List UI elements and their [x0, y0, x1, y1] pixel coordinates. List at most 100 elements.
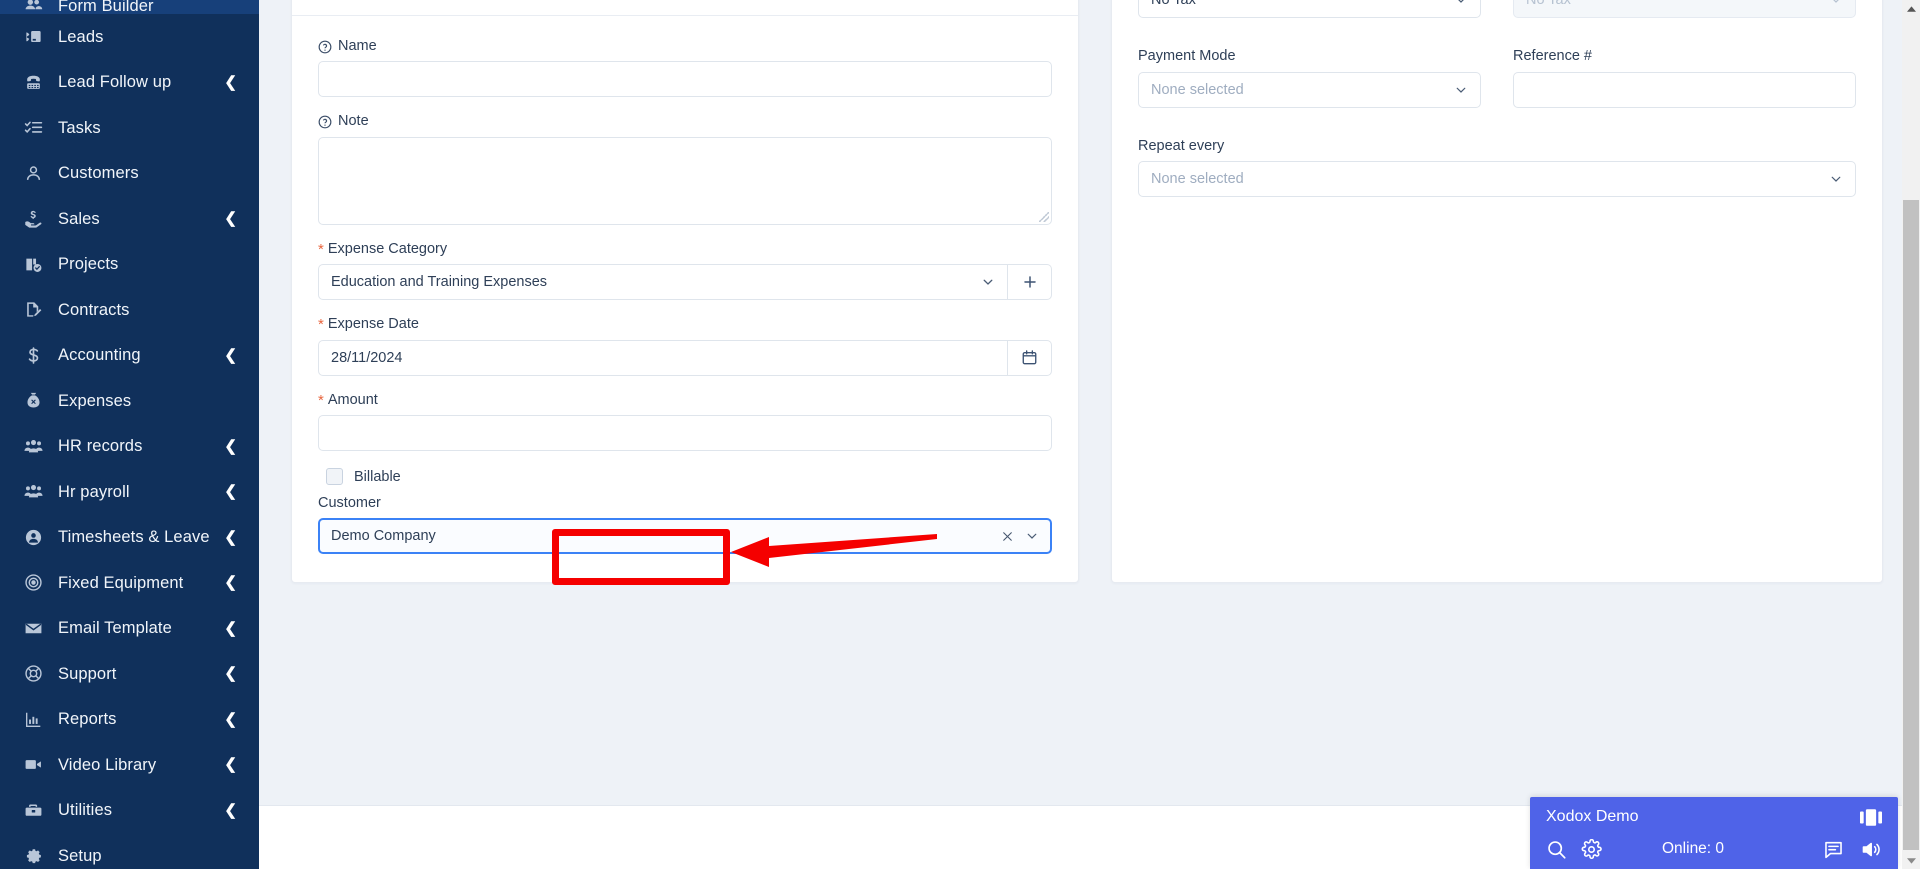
sidebar-item-projects[interactable]: Projects [0, 242, 259, 288]
amount-field: * Amount [318, 392, 1052, 451]
chevron-left-icon[interactable]: ❮ [224, 712, 237, 727]
sidebar-item-fixed-equipment[interactable]: Fixed Equipment ❮ [0, 560, 259, 606]
expense-date-input[interactable]: 28/11/2024 [318, 339, 1008, 376]
chevron-left-icon[interactable]: ❮ [224, 75, 237, 90]
chevron-left-icon[interactable]: ❮ [224, 530, 237, 545]
sidebar-item-lead-follow-up[interactable]: Lead Follow up ❮ [0, 60, 259, 106]
user-circle-icon [24, 528, 50, 547]
sidebar-item-contracts[interactable]: Contracts [0, 287, 259, 333]
expense-date-label: Expense Date [327, 316, 419, 333]
sidebar-item-email-template[interactable]: Email Template ❮ [0, 606, 259, 652]
sound-icon[interactable] [1860, 839, 1882, 860]
customer-select[interactable]: Demo Company [318, 518, 1052, 555]
sidebar-item-support[interactable]: Support ❮ [0, 651, 259, 697]
chevron-left-icon[interactable]: ❮ [224, 348, 237, 363]
chevron-down-icon [1454, 83, 1468, 97]
repeat-every-field: Repeat every None selected [1138, 138, 1856, 198]
sidebar-item-label: Tasks [58, 118, 101, 137]
payment-mode-value: None selected [1151, 81, 1244, 98]
sidebar-item-video-library[interactable]: Video Library ❮ [0, 742, 259, 788]
chat-widget[interactable]: Xodox Demo Online: 0 [1530, 797, 1898, 869]
sidebar-item-label: Lead Follow up [58, 73, 172, 91]
chevron-left-icon[interactable]: ❮ [224, 757, 237, 772]
help-circle-icon[interactable] [318, 40, 332, 54]
gear-icon [24, 846, 50, 865]
scrollbar-thumb[interactable] [1903, 200, 1919, 850]
expense-category-label-row: * Expense Category [318, 241, 1052, 258]
billable-checkbox[interactable] [326, 468, 343, 486]
sidebar-item-hr-payroll[interactable]: Hr payroll ❮ [0, 469, 259, 515]
chat-title: Xodox Demo [1546, 808, 1639, 825]
sidebar-item-form-builder[interactable]: Form Builder [0, 0, 259, 14]
chevron-down-icon [1829, 172, 1843, 186]
sidebar-item-label: Form Builder [58, 0, 154, 14]
chevron-left-icon[interactable]: ❮ [224, 439, 237, 454]
sidebar: Form Builder Leads Lead Follow up ❮ Task… [0, 0, 259, 869]
sidebar-item-timesheets-leave[interactable]: Timesheets & Leave ❮ [0, 515, 259, 561]
expense-category-label: Expense Category [327, 240, 448, 257]
chevron-left-icon[interactable]: ❮ [224, 211, 237, 226]
sidebar-item-tasks[interactable]: Tasks [0, 105, 259, 151]
expense-date-group: 28/11/2024 [318, 339, 1052, 376]
form-builder-icon [24, 0, 50, 14]
name-label: Name [338, 38, 377, 54]
sidebar-item-utilities[interactable]: Utilities ❮ [0, 788, 259, 834]
sidebar-item-reports[interactable]: Reports ❮ [0, 697, 259, 743]
scroll-down-button[interactable] [1902, 851, 1920, 869]
vertical-scrollbar[interactable] [1902, 0, 1920, 869]
sidebar-item-expenses[interactable]: Expenses [0, 378, 259, 424]
sidebar-item-label: Email Template [58, 619, 172, 637]
sidebar-item-label: Customers [58, 164, 139, 182]
repeat-every-label-row: Repeat every [1138, 138, 1856, 155]
expense-category-select[interactable]: Education and Training Expenses [318, 264, 1008, 301]
note-textarea[interactable] [318, 136, 1052, 225]
name-input[interactable] [318, 61, 1052, 98]
tax2-field: Tax 2 No Tax [1513, 0, 1856, 19]
scroll-up-button[interactable] [1902, 0, 1920, 18]
chat-action-row: Online: 0 [1530, 829, 1898, 865]
chevron-left-icon[interactable]: ❮ [224, 484, 237, 499]
tasks-icon [24, 118, 50, 137]
sidebar-item-sales[interactable]: Sales ❮ [0, 196, 259, 242]
name-field: Name [318, 38, 1052, 98]
video-camera-icon [24, 755, 50, 774]
sidebar-item-setup[interactable]: Setup [0, 833, 259, 869]
reference-input[interactable] [1513, 71, 1856, 108]
note-label: Note [338, 113, 369, 130]
sidebar-item-label: Leads [58, 27, 104, 46]
chevron-left-icon[interactable]: ❮ [224, 575, 237, 590]
chevron-left-icon[interactable]: ❮ [224, 803, 237, 818]
chevron-down-icon[interactable] [1025, 529, 1039, 543]
sidebar-item-label: Timesheets & Leave [58, 528, 210, 546]
sidebar-item-customers[interactable]: Customers [0, 151, 259, 197]
sidebar-item-hr-records[interactable]: HR records ❮ [0, 424, 259, 470]
expense-category-group: Education and Training Expenses [318, 264, 1052, 301]
contract-pen-icon [24, 300, 50, 319]
gear-icon[interactable] [1581, 838, 1602, 860]
repeat-every-select[interactable]: None selected [1138, 161, 1856, 198]
chevron-left-icon[interactable]: ❮ [224, 666, 237, 681]
customer-field: Customer Demo Company [318, 495, 1052, 555]
panel-toggle-icon[interactable] [1860, 808, 1882, 826]
tax1-select[interactable]: No Tax [1138, 0, 1481, 19]
payment-mode-select[interactable]: None selected [1138, 71, 1481, 108]
app-root: Form Builder Leads Lead Follow up ❮ Task… [0, 0, 1920, 869]
expense-date-label-row: * Expense Date [318, 316, 1052, 333]
calendar-icon[interactable] [1008, 339, 1052, 376]
amount-input[interactable] [318, 414, 1052, 451]
message-icon[interactable] [1823, 839, 1844, 860]
search-icon[interactable] [1546, 839, 1567, 860]
reference-field: Reference # [1513, 48, 1856, 108]
reference-label-row: Reference # [1513, 48, 1856, 65]
content-scroll-region: Name Note * Expense Category Education a… [259, 0, 1902, 869]
chevron-left-icon[interactable]: ❮ [224, 621, 237, 636]
chat-online-count: Online: 0 [1662, 840, 1725, 857]
chat-title-row: Xodox Demo [1530, 797, 1898, 829]
close-icon[interactable] [1001, 530, 1014, 543]
name-label-row: Name [318, 38, 1052, 55]
sidebar-item-accounting[interactable]: Accounting ❮ [0, 333, 259, 379]
sidebar-item-leads[interactable]: Leads [0, 14, 259, 60]
sidebar-item-label: HR records [58, 437, 143, 455]
help-circle-icon[interactable] [318, 115, 332, 129]
add-expense-category-button[interactable] [1008, 264, 1052, 301]
